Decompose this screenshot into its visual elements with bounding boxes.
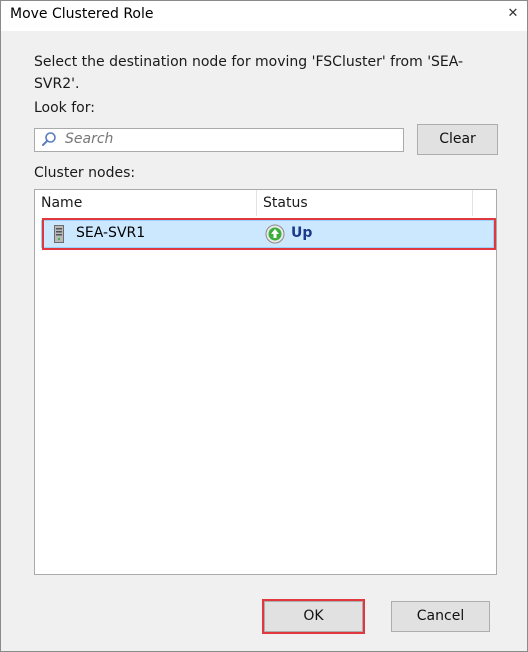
selection-highlight: [42, 218, 496, 250]
look-for-label: Look for:: [34, 100, 95, 116]
dialog-title: Move Clustered Role: [10, 6, 154, 22]
clear-button[interactable]: Clear: [417, 124, 498, 155]
column-header-name[interactable]: Name: [35, 190, 257, 216]
list-header: Name Status: [35, 190, 496, 216]
close-icon[interactable]: ✕: [503, 4, 523, 24]
search-icon: [42, 132, 56, 146]
column-header-status[interactable]: Status: [257, 190, 473, 216]
ok-highlight: [262, 599, 365, 634]
search-input[interactable]: [65, 130, 395, 148]
title-bar: Move Clustered Role ✕: [1, 1, 527, 31]
cluster-nodes-list[interactable]: Name Status SEA-SVR1 Up: [34, 189, 497, 575]
cluster-nodes-label: Cluster nodes:: [34, 165, 136, 181]
move-clustered-role-dialog: Move Clustered Role ✕ Select the destina…: [0, 0, 528, 652]
search-box[interactable]: [34, 128, 404, 152]
cancel-button[interactable]: Cancel: [391, 601, 490, 632]
instruction-text: Select the destination node for moving '…: [34, 54, 464, 92]
